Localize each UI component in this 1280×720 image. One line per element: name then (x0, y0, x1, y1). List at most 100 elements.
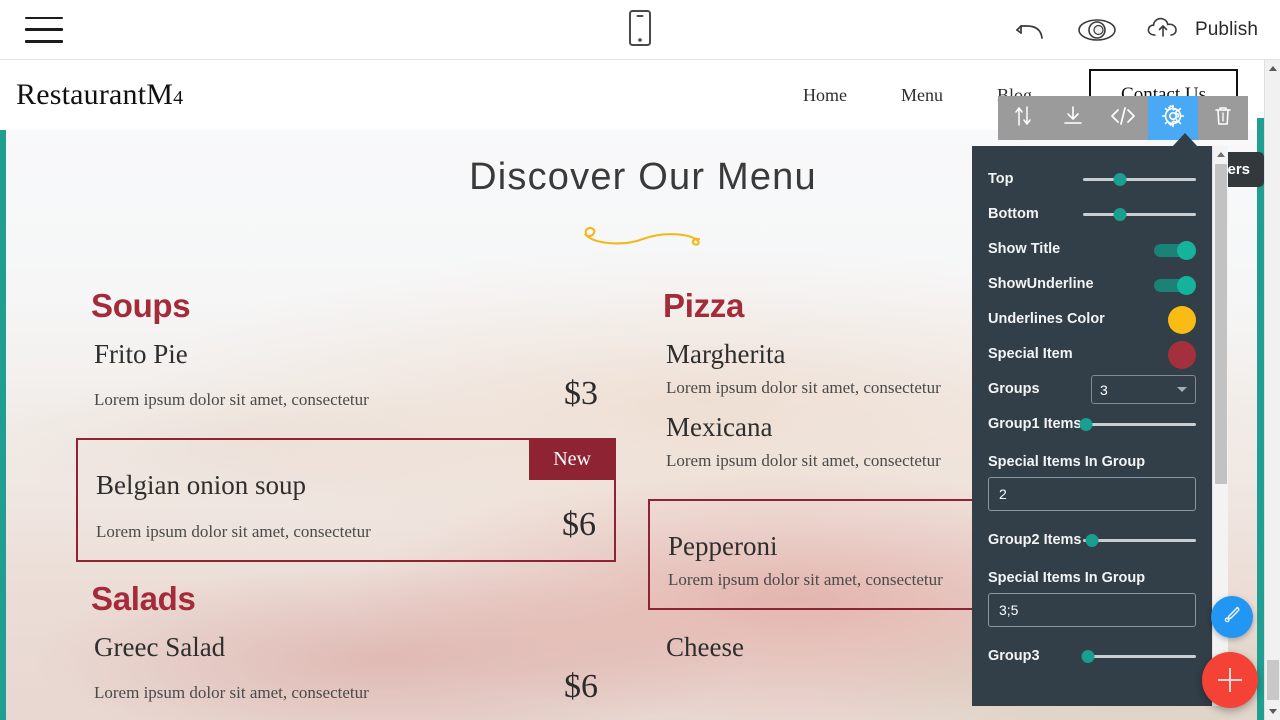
menu-item-price: $6 (562, 506, 596, 544)
setting-row-group3-items: Group3 (988, 639, 1196, 674)
setting-row-bottom: Bottom (988, 197, 1196, 232)
setting-label-underlines-color: Underlines Color (988, 311, 1105, 328)
trash-icon (1212, 104, 1234, 133)
cloud-upload-icon (1145, 13, 1185, 46)
eye-preview-icon[interactable] (1077, 17, 1117, 43)
bottom-padding-slider[interactable] (1083, 206, 1196, 224)
scroll-down-arrow-icon[interactable] (1269, 709, 1277, 714)
setting-row-group2-items: Group2 Items (988, 523, 1196, 558)
slider-knob[interactable] (1079, 418, 1093, 431)
setting-row-group1-items: Group1 Items (988, 407, 1196, 442)
block-toolbar (998, 96, 1248, 140)
edit-code-button[interactable] (1098, 96, 1148, 140)
menu-item[interactable]: Greec Salad Lorem ipsum dolor sit amet, … (76, 628, 616, 713)
group3-items-slider[interactable] (1081, 648, 1196, 666)
mobile-preview-icon[interactable] (628, 9, 652, 52)
menu-item-name: Greec Salad (94, 631, 226, 662)
toggle-knob (1177, 275, 1196, 295)
nav-item-menu[interactable]: Menu (874, 85, 970, 106)
setting-row-underlines-color: Underlines Color (988, 302, 1196, 337)
page-scrollbar-thumb[interactable] (1267, 660, 1279, 700)
setting-label-top: Top (988, 171, 1014, 188)
settings-panel-caret (1172, 133, 1198, 147)
setting-row-groups: Groups 3 (988, 372, 1196, 407)
group-heading-salads: Salads (91, 579, 196, 617)
group1-special-items-input[interactable] (988, 477, 1196, 511)
move-block-button[interactable] (998, 96, 1048, 140)
code-icon (1110, 105, 1136, 132)
panel-scrollbar-thumb[interactable] (1215, 164, 1227, 484)
publish-button[interactable]: Publish (1145, 13, 1258, 46)
setting-row-show-underline: ShowUnderline (988, 267, 1196, 302)
setting-label-special-item: Special Item (988, 346, 1073, 363)
menu-item-description: Lorem ipsum dolor sit amet, consectetur (96, 521, 371, 541)
undo-icon[interactable] (1015, 16, 1049, 44)
setting-label-groups: Groups (988, 381, 1040, 398)
groups-select-value: 3 (1100, 381, 1108, 398)
groups-select[interactable]: 3 (1091, 375, 1196, 404)
show-title-toggle[interactable] (1154, 240, 1196, 260)
special-item-color-swatch[interactable] (1168, 340, 1196, 369)
app-topbar: Publish (0, 0, 1280, 60)
group2-special-items-input[interactable] (988, 593, 1196, 627)
group1-items-slider[interactable] (1079, 416, 1196, 434)
setting-row-top: Top (988, 162, 1196, 197)
delete-block-button[interactable] (1198, 96, 1248, 140)
hamburger-menu-icon[interactable] (25, 16, 63, 43)
slider-knob[interactable] (1113, 173, 1127, 186)
setting-label-bottom: Bottom (988, 206, 1039, 223)
setting-label-group1-items: Group1 Items (988, 416, 1082, 433)
group-heading-soups: Soups (91, 287, 191, 324)
download-block-button[interactable] (1048, 96, 1098, 140)
panel-scroll-up-arrow-icon[interactable] (1217, 152, 1225, 157)
menu-item[interactable]: Frito Pie Lorem ipsum dolor sit amet, co… (76, 335, 616, 420)
menu-column-left: Soups Frito Pie Lorem ipsum dolor sit am… (76, 287, 616, 713)
top-padding-slider[interactable] (1083, 171, 1196, 189)
underlines-color-swatch[interactable] (1168, 305, 1196, 334)
brand-text: RestaurantM (16, 78, 174, 111)
page-scrollbar[interactable] (1264, 60, 1280, 720)
edit-style-fab[interactable] (1211, 596, 1253, 638)
show-underline-toggle[interactable] (1154, 275, 1196, 295)
setting-label-group3-items: Group3 (988, 648, 1040, 665)
setting-label-group2-items: Group2 Items (988, 532, 1082, 549)
group2-items-slider[interactable] (1083, 532, 1196, 550)
menu-item-description: Lorem ipsum dolor sit amet, consectetur (94, 682, 369, 702)
move-updown-icon (1012, 104, 1034, 133)
menu-item-price: $6 (564, 667, 598, 705)
scroll-up-arrow-icon[interactable] (1269, 66, 1277, 71)
slider-track (1083, 655, 1196, 658)
new-badge: New (529, 439, 615, 481)
brush-pen-icon (1221, 604, 1243, 631)
setting-label-group1-special: Special Items In Group (988, 454, 1146, 470)
brand-subscript: 4 (173, 87, 184, 109)
slider-knob[interactable] (1081, 650, 1095, 663)
nav-item-home[interactable]: Home (776, 85, 874, 106)
menu-item-description: Lorem ipsum dolor sit amet, consectetur (94, 390, 369, 410)
setting-row-show-title: Show Title (988, 232, 1196, 267)
slider-track (1083, 213, 1196, 216)
menu-item-name: Frito Pie (94, 339, 188, 369)
block-selection-strip (1257, 118, 1264, 720)
chevron-down-icon (1177, 387, 1187, 392)
setting-row-special-item: Special Item (988, 337, 1196, 372)
slider-track (1083, 178, 1196, 181)
menu-item-price: $3 (564, 375, 598, 412)
slider-track (1083, 423, 1196, 426)
download-icon (1061, 104, 1085, 133)
slider-knob[interactable] (1085, 534, 1099, 547)
gear-icon (1160, 103, 1186, 134)
publish-label: Publish (1194, 18, 1258, 40)
toggle-knob (1177, 240, 1196, 260)
setting-label-group2-special: Special Items In Group (988, 570, 1146, 586)
setting-label-show-title: Show Title (988, 241, 1061, 258)
menu-item-name: Belgian onion soup (96, 470, 306, 501)
topbar-actions: Publish (1015, 13, 1258, 46)
site-brand[interactable]: RestaurantM4 (16, 78, 183, 112)
menu-item-special[interactable]: New Belgian onion soup Lorem ipsum dolor… (76, 438, 616, 562)
add-block-fab[interactable] (1202, 652, 1258, 708)
slider-knob[interactable] (1113, 208, 1127, 221)
block-settings-panel: Top Bottom Show Title ShowUnderline Unde… (972, 146, 1212, 706)
slider-track (1083, 539, 1196, 542)
setting-label-show-underline: ShowUnderline (988, 276, 1094, 293)
